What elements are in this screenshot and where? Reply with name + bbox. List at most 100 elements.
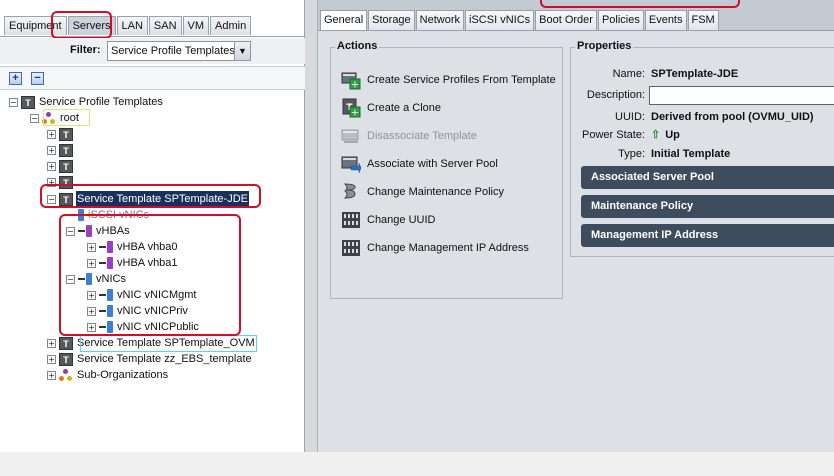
ovm-template-highlight xyxy=(80,335,257,352)
actions-title: Actions xyxy=(335,40,380,52)
tab-admin[interactable]: Admin xyxy=(210,16,252,35)
management-ip-section[interactable]: Management IP Address xyxy=(581,224,834,247)
tree-node-service-profile-templates[interactable]: − T Service Profile Templates xyxy=(9,94,164,110)
tab-boot-order[interactable]: Boot Order xyxy=(535,10,597,30)
disassociate-template-link[interactable]: Disassociate Template xyxy=(341,125,477,147)
create-service-profiles-link[interactable]: + Create Service Profiles From Template xyxy=(341,69,556,91)
general-tab-body: Actions + Create Service Profiles From T… xyxy=(318,31,834,452)
adapters-highlight xyxy=(59,214,241,336)
create-clone-link[interactable]: T+ Create a Clone xyxy=(341,97,441,119)
tab-iscsi-vnics[interactable]: iSCSI vNICs xyxy=(465,10,535,30)
name-row: Name: SPTemplate-JDE xyxy=(571,66,834,82)
action-label: Disassociate Template xyxy=(367,130,477,142)
tree-node-template[interactable]: + T xyxy=(47,126,76,142)
description-label: Description: xyxy=(586,89,645,101)
uuid-value: Derived from pool (OVMU_UID) xyxy=(651,111,814,123)
power-state-value: Up xyxy=(665,129,680,141)
tree-node-template[interactable]: + T xyxy=(47,158,76,174)
expand-all-button[interactable]: + xyxy=(9,72,22,85)
chevron-down-icon[interactable]: ▼ xyxy=(234,42,250,60)
action-label: Create a Clone xyxy=(367,102,441,114)
type-label: Type: xyxy=(618,148,645,160)
tree-toolbar: + − xyxy=(0,66,305,90)
arrow-up-icon: ⇧ xyxy=(651,129,661,141)
description-field[interactable] xyxy=(649,86,834,105)
uuid-row: UUID: Derived from pool (OVMU_UID) xyxy=(571,109,834,125)
action-label: Change Maintenance Policy xyxy=(367,186,504,198)
filter-label: Filter: xyxy=(70,44,101,56)
tree-node-label: Service Template zz_EBS_template xyxy=(77,353,252,365)
change-maintenance-policy-link[interactable]: Change Maintenance Policy xyxy=(341,181,504,203)
svg-text:+: + xyxy=(351,80,359,91)
change-uuid-link[interactable]: Change UUID xyxy=(341,209,435,231)
servers-tab-highlight xyxy=(51,11,112,39)
navigation-panel: Equipment Servers LAN SAN VM Admin Filte… xyxy=(0,0,305,452)
expand-icon[interactable]: + xyxy=(47,354,56,364)
expand-icon[interactable]: + xyxy=(47,161,56,171)
action-label: Associate with Server Pool xyxy=(367,158,498,170)
template-icon: T xyxy=(21,95,35,109)
tree-node-label: Sub-Organizations xyxy=(77,369,169,381)
tab-lan[interactable]: LAN xyxy=(116,16,148,35)
disassociate-icon xyxy=(341,126,361,146)
tab-fsm[interactable]: FSM xyxy=(687,10,719,30)
associate-pool-icon xyxy=(341,154,362,174)
uuid-label: UUID: xyxy=(615,111,645,123)
root-highlight xyxy=(43,109,90,126)
tree-node-template[interactable]: + T xyxy=(47,142,76,158)
create-profiles-icon: + xyxy=(341,70,361,91)
organization-icon xyxy=(59,368,73,382)
panel-splitter[interactable] xyxy=(305,0,318,452)
filter-row: Filter: Service Profile Templates ▼ xyxy=(0,38,305,64)
collapse-icon[interactable]: − xyxy=(9,97,18,107)
action-label: Change UUID xyxy=(367,214,436,226)
tab-events[interactable]: Events xyxy=(644,10,687,30)
type-value: Initial Template xyxy=(651,148,731,160)
collapse-icon[interactable]: − xyxy=(30,113,39,123)
expand-icon[interactable]: + xyxy=(47,370,56,380)
name-label: Name: xyxy=(612,68,645,80)
expand-icon[interactable]: + xyxy=(47,145,56,155)
tab-policies[interactable]: Policies xyxy=(597,10,644,30)
tree-node-zz-ebs-template[interactable]: + T Service Template zz_EBS_template xyxy=(47,351,253,367)
change-management-ip-link[interactable]: Change Management IP Address xyxy=(341,237,529,259)
tab-network[interactable]: Network xyxy=(415,10,465,30)
filter-value: Service Profile Templates xyxy=(111,45,235,57)
nav-tabs: Equipment Servers LAN SAN VM Admin xyxy=(4,16,252,36)
tree-node-sub-organizations[interactable]: + Sub-Organizations xyxy=(47,367,169,383)
action-label: Change Management IP Address xyxy=(367,242,529,254)
associated-server-pool-section[interactable]: Associated Server Pool xyxy=(581,166,834,189)
template-icon: T xyxy=(59,336,73,350)
type-row: Type: Initial Template xyxy=(571,146,834,162)
template-icon: T xyxy=(59,159,73,173)
tab-general[interactable]: General xyxy=(320,10,368,31)
actions-group: Actions + Create Service Profiles From T… xyxy=(330,40,563,299)
tree-node-label: Service Profile Templates xyxy=(39,96,163,108)
mgmt-ip-icon xyxy=(341,238,361,258)
bottom-strip xyxy=(0,452,834,476)
expand-icon[interactable]: + xyxy=(47,338,56,348)
tab-vm[interactable]: VM xyxy=(182,16,210,35)
expand-icon[interactable]: + xyxy=(47,129,56,139)
tabs-highlight xyxy=(540,0,740,8)
tab-storage[interactable]: Storage xyxy=(368,10,415,30)
filter-select[interactable]: Service Profile Templates ▼ xyxy=(107,41,251,61)
associate-server-pool-link[interactable]: Associate with Server Pool xyxy=(341,153,498,175)
clone-icon: T+ xyxy=(341,98,361,119)
power-state-value-wrap: ⇧ Up xyxy=(651,127,680,143)
tab-san[interactable]: SAN xyxy=(148,16,182,35)
action-label: Create Service Profiles From Template xyxy=(367,74,556,86)
name-value: SPTemplate-JDE xyxy=(651,68,739,80)
template-icon: T xyxy=(59,352,73,366)
navigation-tree: − T Service Profile Templates − root + T… xyxy=(0,92,305,452)
maintenance-policy-icon xyxy=(341,182,361,202)
content-panel: General Storage Network iSCSI vNICs Boot… xyxy=(318,0,834,452)
selected-template-highlight xyxy=(40,184,261,208)
collapse-all-button[interactable]: − xyxy=(31,72,44,85)
template-icon: T xyxy=(59,143,73,157)
template-icon: T xyxy=(59,127,73,141)
maintenance-policy-section[interactable]: Maintenance Policy xyxy=(581,195,834,218)
power-state-label: Power State: xyxy=(582,129,645,141)
power-state-row: Power State: ⇧ Up xyxy=(571,127,834,143)
svg-text:+: + xyxy=(351,108,359,119)
